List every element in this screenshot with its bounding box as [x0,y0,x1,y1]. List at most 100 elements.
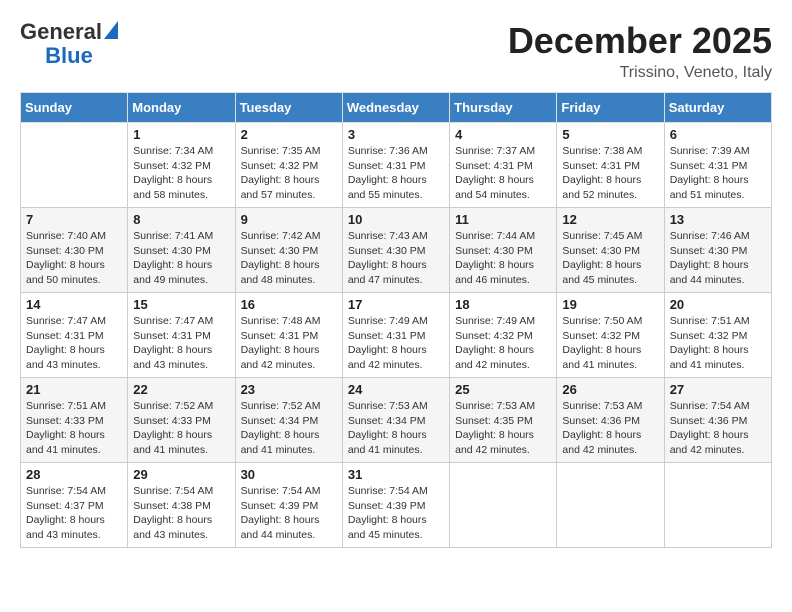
calendar-cell: 10 Sunrise: 7:43 AM Sunset: 4:30 PM Dayli… [342,208,449,293]
calendar-cell: 24Sunrise: 7:53 AM Sunset: 4:34 PM Dayli… [342,378,449,463]
day-info: Sunrise: 7:46 AM Sunset: 4:30 PM Dayligh… [670,229,766,288]
logo: General Blue [20,20,118,68]
logo-general: General [20,20,102,44]
day-number: 15 [133,297,229,312]
weekday-header-row: SundayMondayTuesdayWednesdayThursdayFrid… [21,93,772,123]
day-number: 8 [133,212,229,227]
calendar-cell: 31Sunrise: 7:54 AM Sunset: 4:39 PM Dayli… [342,463,449,548]
calendar-cell: 3 Sunrise: 7:36 AM Sunset: 4:31 PM Daylig… [342,123,449,208]
logo-blue: Blue [45,44,93,68]
calendar-cell: 8 Sunrise: 7:41 AM Sunset: 4:30 PM Daylig… [128,208,235,293]
day-info: Sunrise: 7:37 AM Sunset: 4:31 PM Dayligh… [455,144,551,203]
calendar-cell: 13 Sunrise: 7:46 AM Sunset: 4:30 PM Dayli… [664,208,771,293]
day-info: Sunrise: 7:34 AM Sunset: 4:32 PM Dayligh… [133,144,229,203]
month-title: December 2025 [508,20,772,62]
day-number: 29 [133,467,229,482]
day-number: 28 [26,467,122,482]
day-info: Sunrise: 7:54 AM Sunset: 4:39 PM Dayligh… [241,484,337,543]
calendar-cell: 30 Sunrise: 7:54 AM Sunset: 4:39 PM Dayli… [235,463,342,548]
day-info: Sunrise: 7:54 AM Sunset: 4:39 PM Dayligh… [348,484,444,543]
day-number: 25 [455,382,551,397]
calendar-cell: 22Sunrise: 7:52 AM Sunset: 4:33 PM Dayli… [128,378,235,463]
calendar-cell: 15 Sunrise: 7:47 AM Sunset: 4:31 PM Dayli… [128,293,235,378]
day-info: Sunrise: 7:38 AM Sunset: 4:31 PM Dayligh… [562,144,658,203]
day-info: Sunrise: 7:48 AM Sunset: 4:31 PM Dayligh… [241,314,337,373]
day-info: Sunrise: 7:36 AM Sunset: 4:31 PM Dayligh… [348,144,444,203]
calendar-cell: 7 Sunrise: 7:40 AM Sunset: 4:30 PM Daylig… [21,208,128,293]
calendar-cell: 9 Sunrise: 7:42 AM Sunset: 4:30 PM Daylig… [235,208,342,293]
calendar-cell: 4 Sunrise: 7:37 AM Sunset: 4:31 PM Daylig… [450,123,557,208]
day-number: 30 [241,467,337,482]
day-info: Sunrise: 7:49 AM Sunset: 4:31 PM Dayligh… [348,314,444,373]
day-info: Sunrise: 7:41 AM Sunset: 4:30 PM Dayligh… [133,229,229,288]
calendar-cell: 28Sunrise: 7:54 AM Sunset: 4:37 PM Dayli… [21,463,128,548]
day-number: 11 [455,212,551,227]
day-number: 9 [241,212,337,227]
calendar-cell: 12 Sunrise: 7:45 AM Sunset: 4:30 PM Dayli… [557,208,664,293]
day-info: Sunrise: 7:40 AM Sunset: 4:30 PM Dayligh… [26,229,122,288]
day-number: 26 [562,382,658,397]
day-number: 3 [348,127,444,142]
day-number: 2 [241,127,337,142]
calendar-cell [21,123,128,208]
calendar-week-1: 1 Sunrise: 7:34 AM Sunset: 4:32 PM Daylig… [21,123,772,208]
day-info: Sunrise: 7:53 AM Sunset: 4:36 PM Dayligh… [562,399,658,458]
calendar-cell: 26 Sunrise: 7:53 AM Sunset: 4:36 PM Dayli… [557,378,664,463]
weekday-header-tuesday: Tuesday [235,93,342,123]
calendar-cell: 25 Sunrise: 7:53 AM Sunset: 4:35 PM Dayli… [450,378,557,463]
day-number: 5 [562,127,658,142]
day-number: 27 [670,382,766,397]
calendar-cell: 29Sunrise: 7:54 AM Sunset: 4:38 PM Dayli… [128,463,235,548]
calendar-cell: 16 Sunrise: 7:48 AM Sunset: 4:31 PM Dayli… [235,293,342,378]
calendar-cell: 19Sunrise: 7:50 AM Sunset: 4:32 PM Dayli… [557,293,664,378]
weekday-header-monday: Monday [128,93,235,123]
page-header: General Blue December 2025 Trissino, Ven… [20,20,772,82]
day-number: 14 [26,297,122,312]
day-info: Sunrise: 7:44 AM Sunset: 4:30 PM Dayligh… [455,229,551,288]
day-number: 12 [562,212,658,227]
calendar-week-3: 14 Sunrise: 7:47 AM Sunset: 4:31 PM Dayli… [21,293,772,378]
day-number: 23 [241,382,337,397]
day-info: Sunrise: 7:35 AM Sunset: 4:32 PM Dayligh… [241,144,337,203]
day-number: 13 [670,212,766,227]
calendar-cell: 23 Sunrise: 7:52 AM Sunset: 4:34 PM Dayli… [235,378,342,463]
day-number: 1 [133,127,229,142]
calendar-cell: 17 Sunrise: 7:49 AM Sunset: 4:31 PM Dayli… [342,293,449,378]
day-info: Sunrise: 7:47 AM Sunset: 4:31 PM Dayligh… [133,314,229,373]
weekday-header-friday: Friday [557,93,664,123]
day-number: 17 [348,297,444,312]
calendar-week-2: 7 Sunrise: 7:40 AM Sunset: 4:30 PM Daylig… [21,208,772,293]
calendar-cell: 18Sunrise: 7:49 AM Sunset: 4:32 PM Dayli… [450,293,557,378]
day-info: Sunrise: 7:39 AM Sunset: 4:31 PM Dayligh… [670,144,766,203]
day-number: 18 [455,297,551,312]
day-info: Sunrise: 7:54 AM Sunset: 4:36 PM Dayligh… [670,399,766,458]
day-info: Sunrise: 7:47 AM Sunset: 4:31 PM Dayligh… [26,314,122,373]
day-info: Sunrise: 7:51 AM Sunset: 4:33 PM Dayligh… [26,399,122,458]
calendar-table: SundayMondayTuesdayWednesdayThursdayFrid… [20,92,772,548]
day-number: 22 [133,382,229,397]
day-number: 21 [26,382,122,397]
day-info: Sunrise: 7:42 AM Sunset: 4:30 PM Dayligh… [241,229,337,288]
title-block: December 2025 Trissino, Veneto, Italy [508,20,772,82]
day-number: 20 [670,297,766,312]
calendar-week-5: 28Sunrise: 7:54 AM Sunset: 4:37 PM Dayli… [21,463,772,548]
calendar-cell: 21 Sunrise: 7:51 AM Sunset: 4:33 PM Dayli… [21,378,128,463]
day-info: Sunrise: 7:53 AM Sunset: 4:35 PM Dayligh… [455,399,551,458]
day-info: Sunrise: 7:52 AM Sunset: 4:34 PM Dayligh… [241,399,337,458]
day-number: 4 [455,127,551,142]
calendar-cell: 11 Sunrise: 7:44 AM Sunset: 4:30 PM Dayli… [450,208,557,293]
calendar-cell: 5 Sunrise: 7:38 AM Sunset: 4:31 PM Daylig… [557,123,664,208]
calendar-cell: 1 Sunrise: 7:34 AM Sunset: 4:32 PM Daylig… [128,123,235,208]
calendar-cell [450,463,557,548]
weekday-header-saturday: Saturday [664,93,771,123]
day-number: 6 [670,127,766,142]
day-number: 7 [26,212,122,227]
day-info: Sunrise: 7:51 AM Sunset: 4:32 PM Dayligh… [670,314,766,373]
day-number: 10 [348,212,444,227]
day-number: 16 [241,297,337,312]
day-info: Sunrise: 7:43 AM Sunset: 4:30 PM Dayligh… [348,229,444,288]
weekday-header-sunday: Sunday [21,93,128,123]
calendar-cell: 27 Sunrise: 7:54 AM Sunset: 4:36 PM Dayli… [664,378,771,463]
day-info: Sunrise: 7:45 AM Sunset: 4:30 PM Dayligh… [562,229,658,288]
calendar-cell: 6 Sunrise: 7:39 AM Sunset: 4:31 PM Daylig… [664,123,771,208]
